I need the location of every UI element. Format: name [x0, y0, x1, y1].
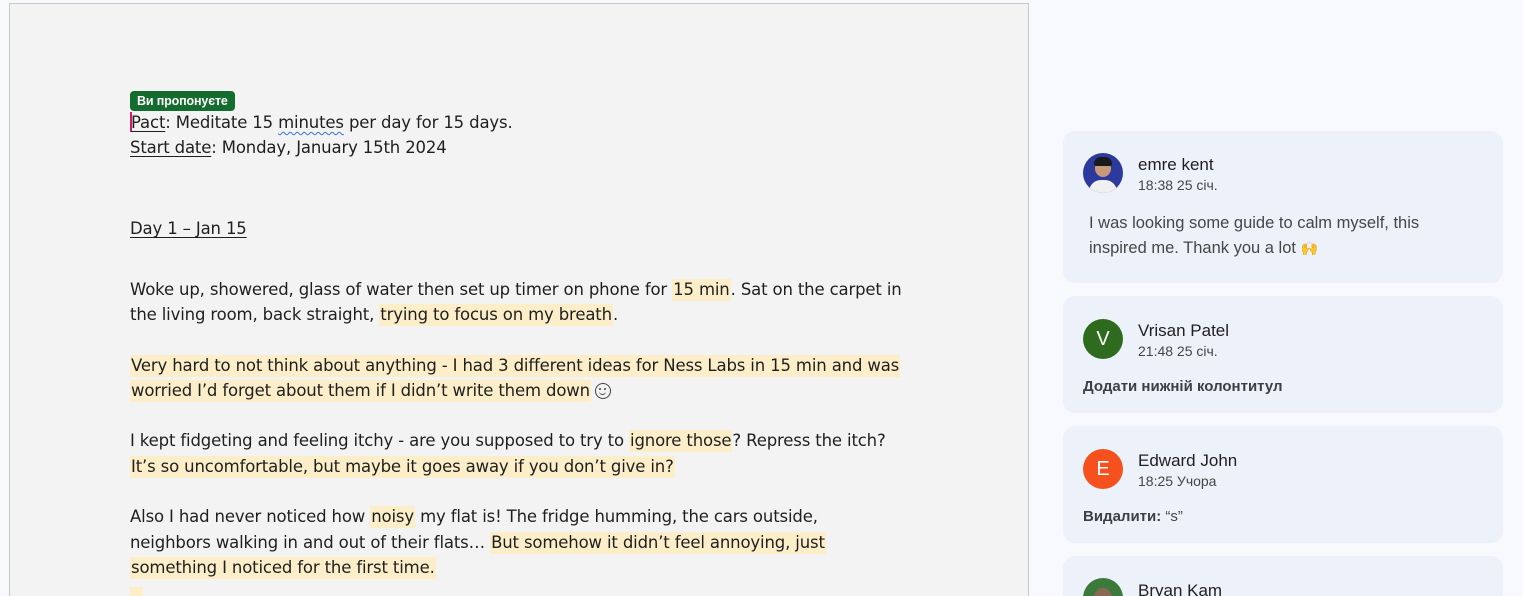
minutes-word: minutes [278, 113, 344, 132]
text-span: Woke up, showered, glass of water then s… [130, 280, 673, 299]
comment-timestamp: 18:25 Учора [1138, 473, 1217, 489]
paragraph-2-line-2[interactable]: worried I’d forget about them if I didn’… [130, 378, 611, 403]
comment-body-line: inspired me. Thank you a lot 🙌 [1089, 236, 1489, 261]
suggestion-action-value: “s” [1161, 508, 1183, 525]
avatar: E [1083, 449, 1123, 489]
text-span: I kept fidgeting and feeling itchy - are… [130, 431, 630, 450]
paragraph-4-line-2[interactable]: neighbors walking in and out of their fl… [130, 530, 826, 555]
comment-body-text: inspired me. Thank you a lot [1089, 239, 1296, 257]
paragraph-3-line-2[interactable]: It’s so uncomfortable, but maybe it goes… [130, 454, 675, 479]
next-line-highlight [130, 587, 143, 596]
text-span: . Sat on the carpet in [730, 280, 902, 299]
commented-highlight[interactable]: 15 min [672, 279, 731, 301]
paragraph-2-line-1[interactable]: Very hard to not think about anything - … [130, 353, 901, 378]
document-page[interactable]: Ви пропонуєте Pact: Meditate 15 minutes … [9, 3, 1029, 596]
paragraph-4-line-1[interactable]: Also I had never noticed how noisy my fl… [130, 504, 818, 529]
text-span: my flat is! The fridge humming, the cars… [415, 507, 818, 526]
text-span: ? Repress the itch? [732, 431, 886, 450]
misspelled-word-minutes[interactable]: minutes [278, 113, 344, 132]
paragraph-4-line-3[interactable]: something I noticed for the first time. [130, 555, 436, 580]
comment-timestamp: 18:38 25 січ. [1138, 177, 1218, 193]
text-span: . [612, 305, 619, 324]
docs-workspace: Ви пропонуєте Pact: Meditate 15 minutes … [0, 0, 1523, 596]
comment-card[interactable]: emre kent 18:38 25 січ. I was looking so… [1063, 131, 1503, 283]
text-span: the living room, back straight, [130, 305, 380, 324]
comment-body: I was looking some guide to calm myself,… [1089, 211, 1489, 261]
commented-highlight[interactable]: trying to focus on my breath [379, 304, 613, 326]
suggesting-mode-badge: Ви пропонуєте [130, 91, 235, 111]
pact-text-end: per day for 15 days. [343, 113, 513, 132]
day-heading[interactable]: Day 1 – Jan 15 [130, 216, 247, 241]
suggestion-action: Видалити: “s” [1083, 508, 1183, 525]
upside-down-face-emoji-icon [594, 383, 611, 399]
avatar [1083, 578, 1123, 596]
comment-author: Vrisan Patel [1138, 321, 1230, 340]
comment-author: Bryan Kam [1138, 581, 1223, 596]
avatar [1083, 153, 1123, 193]
commented-highlight[interactable]: But somehow it didn’t feel annoying, jus… [490, 532, 826, 554]
text-span: Also I had never noticed how [130, 507, 371, 526]
start-date-label: Start date [130, 138, 212, 157]
paragraph-1-line-1[interactable]: Woke up, showered, glass of water then s… [130, 277, 902, 302]
commented-highlight[interactable]: noisy [370, 506, 415, 528]
pact-label: Pact [131, 113, 166, 132]
suggestion-action-label: Додати нижній колонтитул [1083, 378, 1283, 395]
commented-highlight[interactable]: something I noticed for the first time. [130, 557, 436, 579]
commented-highlight[interactable]: worried I’d forget about them if I didn’… [130, 380, 591, 402]
commented-highlight[interactable]: Very hard to not think about anything - … [130, 355, 901, 377]
comment-body-line: I was looking some guide to calm myself,… [1089, 214, 1420, 232]
comment-card[interactable]: Bryan Kam [1063, 556, 1503, 596]
comment-author: Edward John [1138, 451, 1238, 470]
pact-line[interactable]: Pact: Meditate 15 minutes per day for 15… [130, 110, 513, 135]
paragraph-1-line-2[interactable]: the living room, back straight, trying t… [130, 302, 618, 327]
suggestion-action: Додати нижній колонтитул [1083, 378, 1283, 395]
raising-hands-emoji-icon: 🙌 [1300, 240, 1319, 256]
paragraph-3-line-1[interactable]: I kept fidgeting and feeling itchy - are… [130, 428, 886, 453]
comment-author: emre kent [1138, 155, 1214, 174]
suggestion-card[interactable]: V Vrisan Patel 21:48 25 січ. Додати нижн… [1063, 296, 1503, 413]
start-date-value: : Monday, January 15th 2024 [211, 138, 447, 157]
commented-highlight[interactable]: It’s so uncomfortable, but maybe it goes… [130, 456, 675, 478]
pact-text-start: : Meditate 15 [165, 113, 279, 132]
comment-timestamp: 21:48 25 січ. [1138, 343, 1218, 359]
suggestion-card[interactable]: E Edward John 18:25 Учора Видалити: “s” [1063, 426, 1503, 543]
commented-highlight[interactable]: ignore those [629, 430, 733, 452]
avatar: V [1083, 319, 1123, 359]
text-span: neighbors walking in and out of their fl… [130, 533, 491, 552]
start-date-line[interactable]: Start date: Monday, January 15th 2024 [130, 135, 447, 160]
suggestion-action-label: Видалити: [1083, 508, 1162, 525]
